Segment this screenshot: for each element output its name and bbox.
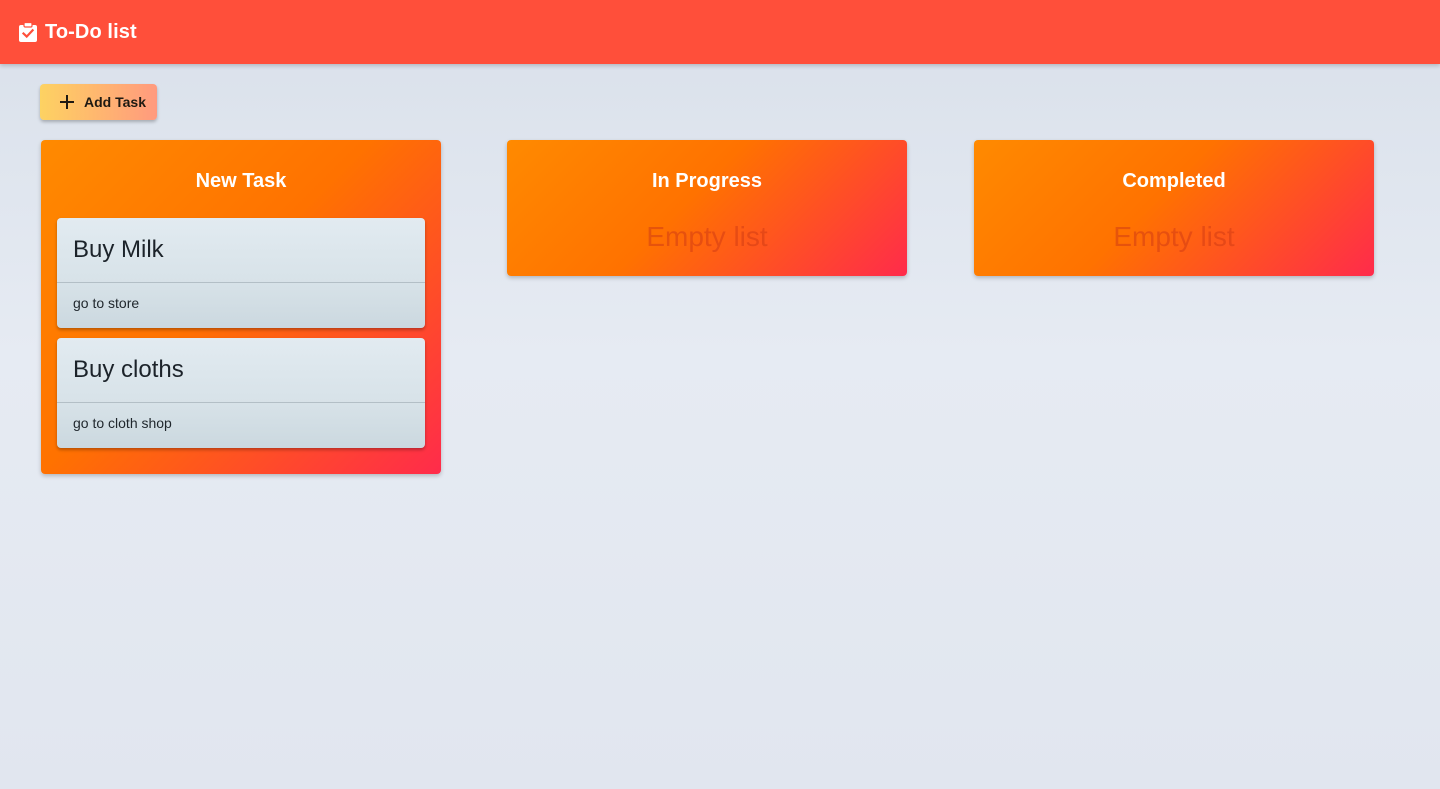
- column-new-task: New Task Buy Milk go to store Buy cloths…: [41, 140, 441, 474]
- column-completed: Completed Empty list: [974, 140, 1374, 276]
- column-title: New Task: [195, 170, 287, 192]
- task-description: go to cloth shop: [73, 415, 172, 431]
- add-task-button[interactable]: Add Task: [40, 84, 157, 120]
- app-title: To-Do list: [45, 20, 137, 43]
- task-description: go to store: [73, 295, 140, 311]
- task-card[interactable]: Buy cloths go to cloth shop: [57, 338, 425, 448]
- task-title: Buy Milk: [73, 236, 164, 263]
- app-bar: To-Do list: [0, 0, 1440, 64]
- column-in-progress: In Progress Empty list: [507, 140, 907, 276]
- column-title: Completed: [1122, 170, 1226, 192]
- task-divider: [57, 402, 425, 403]
- column-title: In Progress: [651, 170, 763, 192]
- task-divider: [57, 282, 425, 283]
- add-task-button-label: Add Task: [84, 94, 146, 110]
- empty-list-placeholder: Empty list: [646, 221, 768, 252]
- empty-list-placeholder: Empty list: [1113, 221, 1235, 252]
- task-title: Buy cloths: [73, 356, 184, 383]
- plus-icon: [59, 94, 75, 110]
- clipboard-check-icon: [18, 22, 38, 42]
- task-card[interactable]: Buy Milk go to store: [57, 218, 425, 328]
